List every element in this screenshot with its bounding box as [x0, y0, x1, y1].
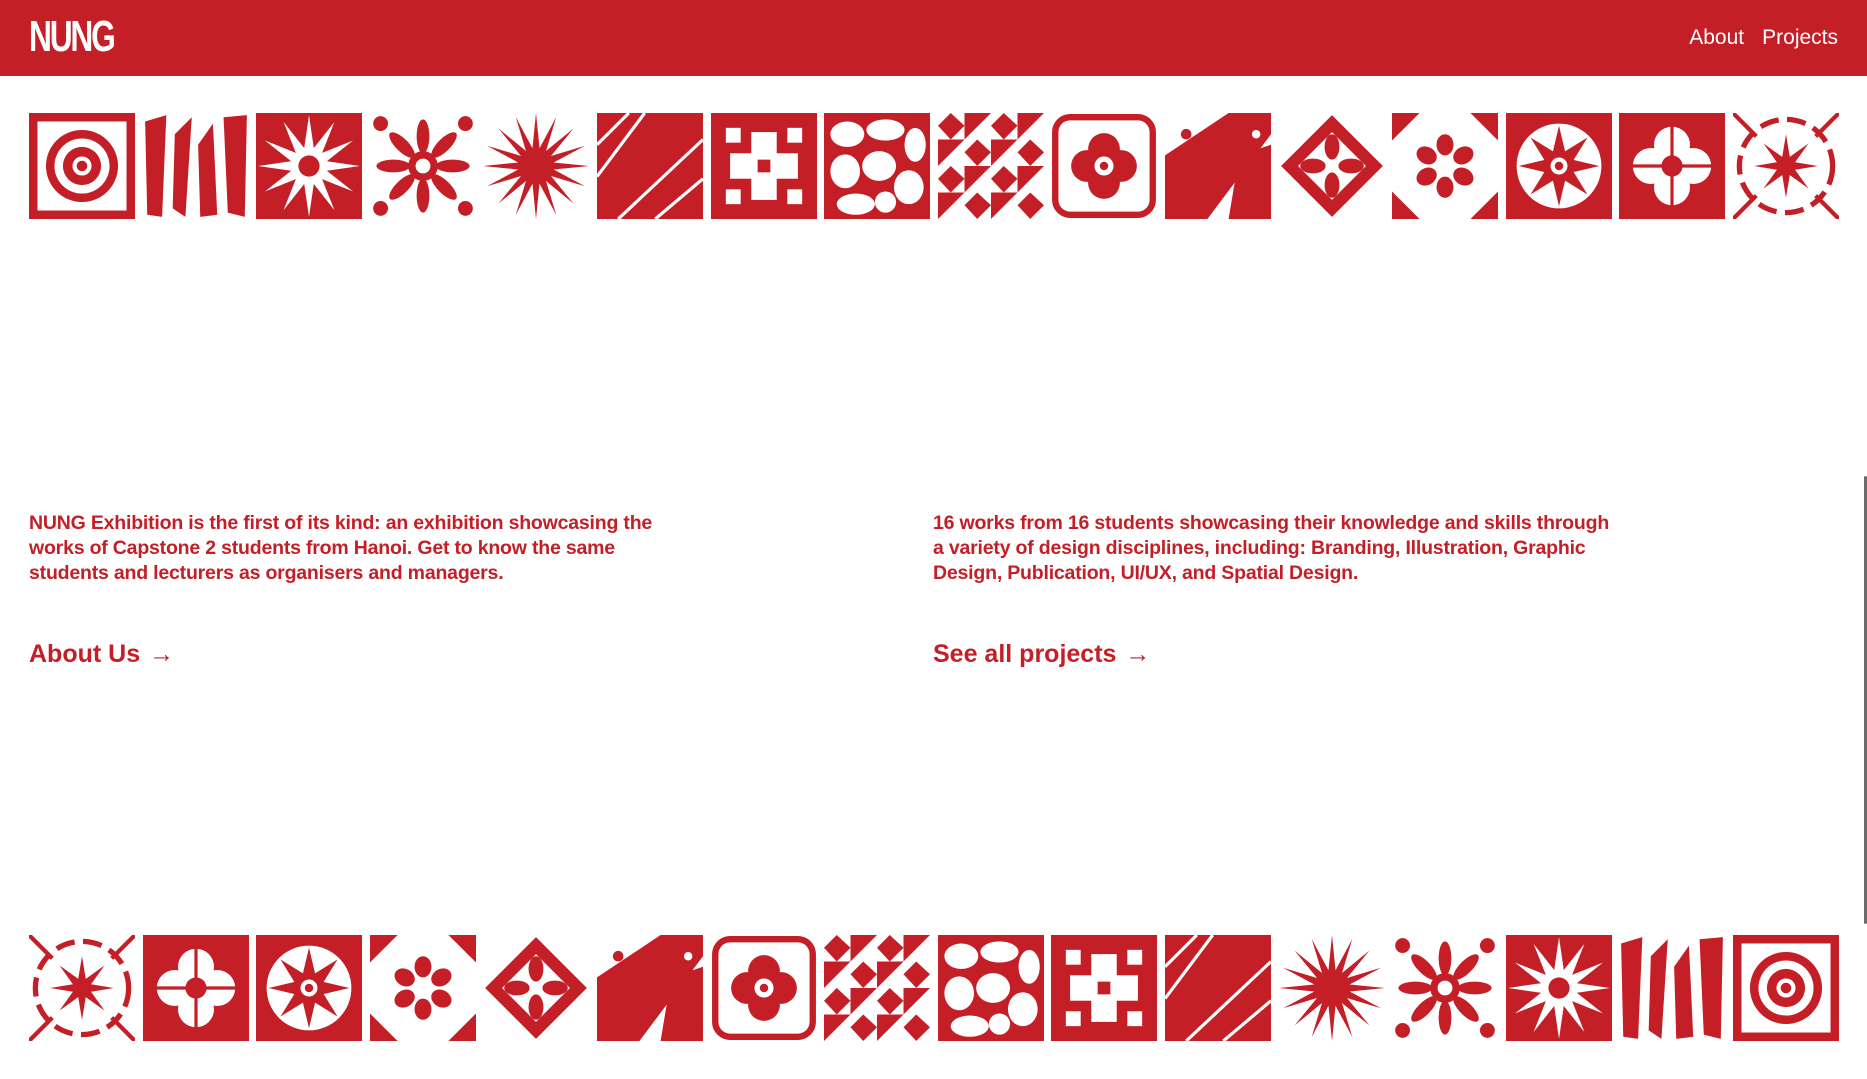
pebble-mosaic-tile — [824, 113, 931, 219]
quatrefoil-stamp-tile — [1051, 113, 1157, 219]
geometric-shards-tile — [1164, 935, 1271, 1041]
ring-burst-tile — [29, 935, 135, 1041]
tile-strip-top — [29, 113, 1839, 221]
arrow-right-icon: → — [1125, 640, 1151, 668]
concentric-square-tile — [29, 113, 135, 219]
nav-link-projects[interactable]: Projects — [1762, 24, 1838, 52]
about-description: NUNG Exhibition is the first of its kind… — [29, 512, 653, 584]
site-header: NUNG About Projects — [0, 0, 1867, 76]
brushstroke-tile — [1619, 935, 1725, 1041]
pebble-mosaic-tile — [937, 935, 1044, 1041]
about-us-link-label: About Us — [29, 640, 141, 668]
brushstroke-tile — [143, 113, 249, 219]
quatrefoil-tile — [1619, 113, 1726, 219]
spiky-star-tile — [1278, 935, 1385, 1041]
starburst-tile — [1505, 935, 1612, 1041]
floral-ornament-tile — [1392, 935, 1498, 1041]
geometric-shards-tile — [596, 113, 703, 219]
splatter-tile — [596, 935, 703, 1041]
starburst-tile — [256, 113, 363, 219]
flower-corner-tile — [369, 935, 476, 1041]
site-logo[interactable]: NUNG — [29, 14, 116, 60]
main-nav: About Projects — [1689, 24, 1838, 52]
quatrefoil-tile — [142, 935, 249, 1041]
star-medallion-tile — [1505, 113, 1612, 219]
diamond-ornament-tile — [483, 935, 589, 1041]
cross-cutout-tile — [710, 113, 817, 219]
quatrefoil-stamp-tile — [711, 935, 817, 1041]
star-medallion-tile — [256, 935, 363, 1041]
splatter-tile — [1164, 113, 1271, 219]
flower-corner-tile — [1392, 113, 1499, 219]
checker-diamond-tile — [824, 935, 931, 1041]
cross-cutout-tile — [1051, 935, 1158, 1041]
tile-strip-bottom — [29, 935, 1839, 1043]
projects-description: 16 works from 16 students showcasing the… — [933, 512, 1610, 584]
about-column: NUNG Exhibition is the first of its kind… — [29, 511, 699, 668]
floral-ornament-tile — [370, 113, 476, 219]
see-all-projects-link-label: See all projects — [933, 640, 1117, 668]
spiky-star-tile — [483, 113, 590, 219]
projects-column: 16 works from 16 students showcasing the… — [933, 511, 1613, 668]
see-all-projects-link[interactable]: See all projects → — [933, 638, 1150, 670]
checker-diamond-tile — [937, 113, 1044, 219]
concentric-square-tile — [1732, 935, 1839, 1041]
arrow-right-icon: → — [149, 640, 175, 668]
ring-burst-tile — [1732, 113, 1839, 219]
about-us-link[interactable]: About Us → — [29, 638, 174, 670]
nav-link-about[interactable]: About — [1689, 24, 1744, 52]
diamond-ornament-tile — [1279, 113, 1385, 219]
